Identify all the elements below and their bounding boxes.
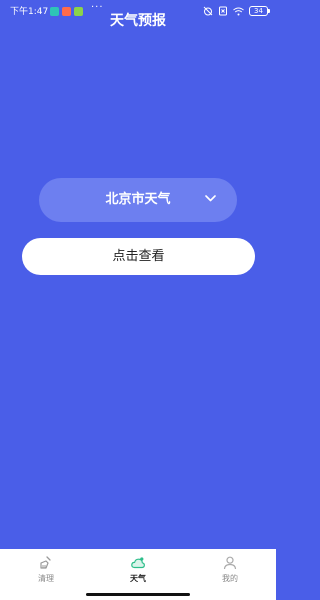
- person-icon: [223, 556, 237, 570]
- nav-item-mine[interactable]: 我的: [184, 549, 276, 600]
- city-selector[interactable]: 北京市天气: [39, 178, 237, 222]
- home-indicator[interactable]: [86, 593, 190, 596]
- nav-item-clean[interactable]: 清理: [0, 549, 92, 600]
- cloud-icon: [131, 557, 145, 569]
- page-title: 天气预报: [110, 13, 166, 29]
- check-weather-button[interactable]: 点击查看: [22, 238, 255, 275]
- broom-icon: [40, 556, 51, 569]
- nav-label-clean: 清理: [38, 574, 54, 583]
- chevron-down-icon: [205, 195, 216, 202]
- nav-label-mine: 我的: [222, 574, 238, 583]
- nav-label-weather: 天气: [130, 574, 146, 583]
- weather-screen: 下午1:47 ··· 34 天气预报 北京市天气 点击查看 清理 天气 我的: [0, 0, 276, 600]
